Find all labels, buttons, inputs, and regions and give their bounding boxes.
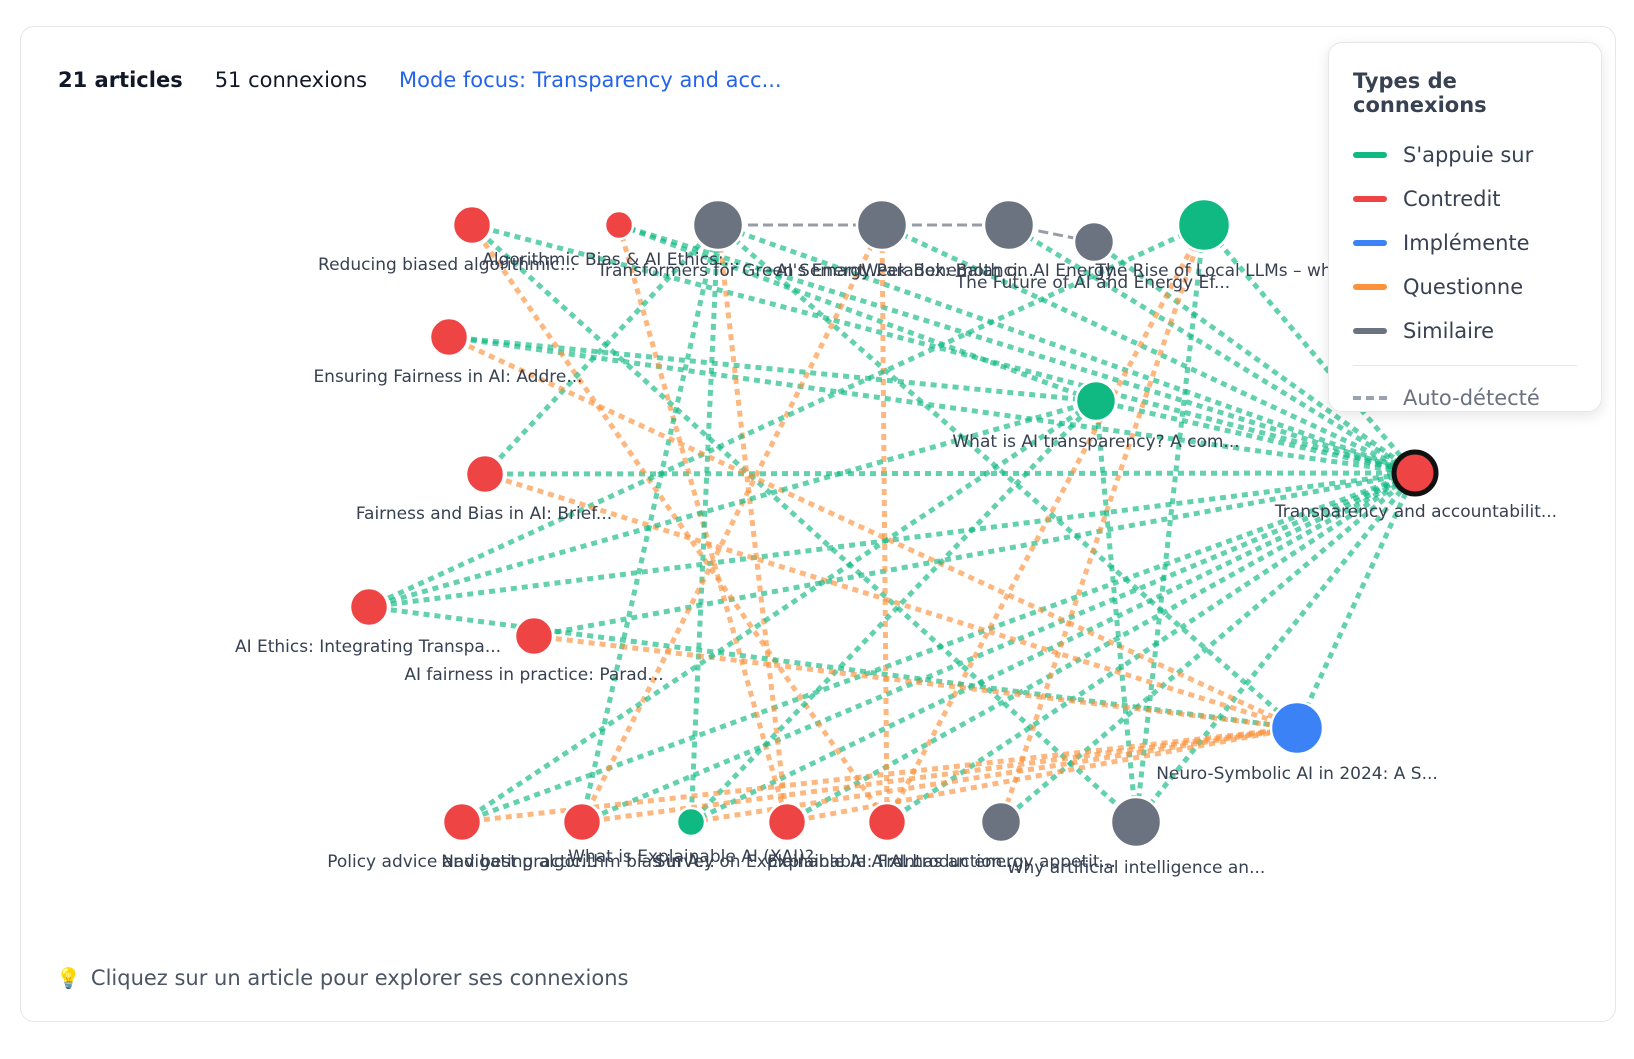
legend-panel: Types de connexions S'appuie sur Contred… bbox=[1328, 42, 1602, 412]
legend-divider bbox=[1353, 365, 1577, 366]
article-node-transparency[interactable] bbox=[1391, 449, 1439, 497]
article-label-whyai: Why artificial intelligence an... bbox=[1007, 858, 1266, 878]
similar-swatch bbox=[1353, 328, 1387, 334]
article-label-practice: AI fairness in practice: Parad... bbox=[404, 665, 663, 685]
article-node-appetite[interactable] bbox=[979, 800, 1023, 844]
supports-swatch bbox=[1353, 152, 1387, 158]
article-node-navigating[interactable] bbox=[561, 801, 603, 843]
questions-swatch bbox=[1353, 284, 1387, 290]
legend-label: Questionne bbox=[1403, 275, 1524, 299]
article-node-ethics[interactable] bbox=[348, 586, 390, 628]
legend-item-similar: Similaire bbox=[1353, 309, 1577, 353]
article-node-survey[interactable] bbox=[766, 801, 808, 843]
article-node-neuro[interactable] bbox=[1269, 700, 1325, 756]
legend-item-auto-detected: Auto-détecté bbox=[1353, 376, 1577, 420]
edge-questions bbox=[879, 224, 890, 823]
edge-questions bbox=[998, 224, 1207, 823]
edge-supports bbox=[1133, 224, 1207, 823]
article-node-practice[interactable] bbox=[513, 615, 555, 657]
article-node-fairness[interactable] bbox=[464, 453, 506, 495]
article-node-ensuring[interactable] bbox=[428, 316, 470, 358]
legend-item-questions: Questionne bbox=[1353, 265, 1577, 309]
article-node-reducing[interactable] bbox=[451, 204, 493, 246]
edge-questions bbox=[579, 223, 885, 824]
legend-label: Contredit bbox=[1403, 187, 1501, 211]
edge-questions bbox=[715, 224, 790, 823]
article-node-energy[interactable] bbox=[855, 198, 909, 252]
article-node-whatis[interactable] bbox=[1074, 379, 1118, 423]
legend-label: Implémente bbox=[1403, 231, 1530, 255]
contradicts-swatch bbox=[1353, 196, 1387, 202]
edge-supports bbox=[533, 470, 1416, 639]
article-label-fairness: Fairness and Bias in AI: Brief... bbox=[356, 504, 612, 524]
article-label-ethics: AI Ethics: Integrating Transpa... bbox=[235, 637, 501, 657]
legend-item-contradicts: Contredit bbox=[1353, 177, 1577, 221]
hint-text: Cliquez sur un article pour explorer ses… bbox=[90, 966, 629, 990]
article-node-weekbeh[interactable] bbox=[982, 198, 1036, 252]
legend-title: Types de connexions bbox=[1353, 69, 1487, 117]
hint-bar: 💡 Cliquez sur un article pour explorer s… bbox=[56, 966, 629, 990]
edge-questions bbox=[884, 223, 1207, 824]
article-node-xaiintro[interactable] bbox=[866, 801, 908, 843]
article-node-whyai[interactable] bbox=[1109, 795, 1163, 849]
article-label-ensuring: Ensuring Fairness in AI: Addre... bbox=[313, 367, 582, 387]
implements-swatch bbox=[1353, 240, 1387, 246]
edge-supports bbox=[484, 470, 1416, 477]
article-node-policy[interactable] bbox=[441, 801, 483, 843]
article-node-xai[interactable] bbox=[675, 806, 707, 838]
legend-item-supports: S'appuie sur bbox=[1353, 133, 1577, 177]
legend-item-implements: Implémente bbox=[1353, 221, 1577, 265]
article-node-algbias[interactable] bbox=[603, 209, 635, 241]
edge-supports bbox=[716, 223, 1299, 730]
article-label-neuro: Neuro-Symbolic AI in 2024: A S... bbox=[1156, 764, 1438, 784]
article-label-transparency: Transparency and accountabilit... bbox=[1274, 502, 1557, 522]
article-label-whatis: What is AI transparency? A com... bbox=[952, 432, 1239, 452]
lightbulb-icon: 💡 bbox=[56, 966, 81, 990]
article-node-transformers[interactable] bbox=[691, 198, 745, 252]
legend-label: S'appuie sur bbox=[1403, 143, 1534, 167]
legend-label: Auto-détecté bbox=[1403, 386, 1540, 410]
legend-label: Similaire bbox=[1403, 319, 1495, 343]
article-node-future[interactable] bbox=[1072, 220, 1116, 264]
article-node-locallm[interactable] bbox=[1176, 197, 1232, 253]
dashed-line-swatch bbox=[1353, 396, 1387, 400]
